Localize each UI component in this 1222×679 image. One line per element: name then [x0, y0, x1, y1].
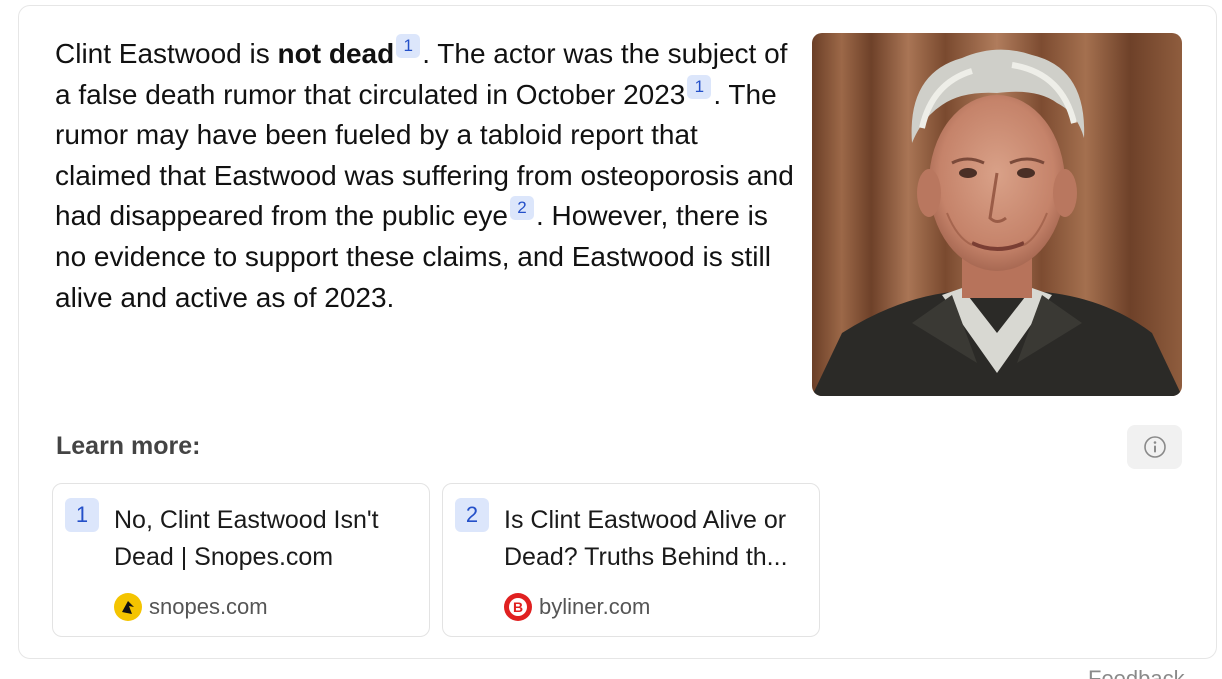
byliner-logo-icon: B	[504, 593, 532, 621]
source-domain-text: snopes.com	[149, 594, 268, 619]
learn-more-heading: Learn more:	[56, 432, 201, 460]
source-title[interactable]: No, Clint Eastwood Isn't Dead | Snopes.c…	[114, 502, 414, 576]
citation-1-repeat[interactable]: 1	[687, 74, 712, 99]
source-domain: snopes.com	[113, 592, 268, 622]
citation-1[interactable]: 1	[396, 34, 421, 58]
source-title[interactable]: Is Clint Eastwood Alive or Dead? Truths …	[504, 502, 804, 576]
source-card-2[interactable]: 2 Is Clint Eastwood Alive or Dead? Truth…	[442, 483, 820, 637]
svg-text:B: B	[513, 599, 523, 615]
answer-bold: not dead	[277, 38, 395, 69]
portrait-photo[interactable]	[812, 33, 1182, 396]
feedback-link[interactable]: Feedback	[1088, 666, 1185, 679]
citation-2[interactable]: 2	[509, 196, 534, 221]
info-button[interactable]	[1127, 425, 1182, 469]
source-card-1[interactable]: 1 No, Clint Eastwood Isn't Dead | Snopes…	[52, 483, 430, 637]
answer-text: Clint Eastwood is not dead 1. The actor w…	[55, 34, 795, 318]
answer-part-1: Clint Eastwood is	[55, 38, 278, 69]
source-domain-text: byliner.com	[539, 594, 651, 619]
snopes-logo-icon	[114, 593, 142, 621]
info-icon	[1143, 436, 1166, 458]
source-number: 2	[455, 498, 489, 532]
source-domain: B byliner.com	[503, 592, 650, 622]
portrait-illustration	[812, 33, 1182, 396]
source-number: 1	[65, 498, 99, 532]
